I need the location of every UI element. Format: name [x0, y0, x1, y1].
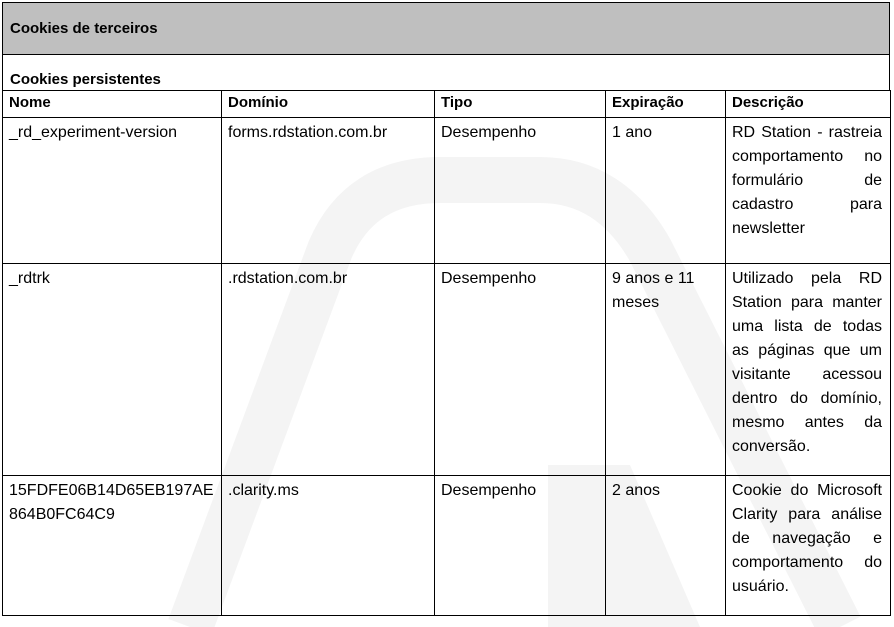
table-row: 15FDFE06B14D65EB197AE864B0FC64C9 .clarit… [2, 474, 891, 616]
cell-dominio: forms.rdstation.com.br [221, 116, 435, 264]
cell-nome: _rd_experiment-version [2, 116, 222, 264]
cell-tipo: Desempenho [434, 474, 606, 616]
cell-dominio: .rdstation.com.br [221, 262, 435, 476]
column-header-dominio: Domínio [221, 89, 435, 118]
column-header-nome: Nome [2, 89, 222, 118]
column-header-descricao: Descrição [725, 89, 891, 118]
section-title: Cookies de terceiros [2, 2, 890, 55]
cell-expiracao: 9 anos e 11 meses [605, 262, 726, 476]
cookies-table: Nome Domínio Tipo Expiração Descrição _r… [2, 89, 891, 616]
column-header-tipo: Tipo [434, 89, 606, 118]
cell-nome: _rdtrk [2, 262, 222, 476]
cell-descricao: RD Station - rastreia comportamento no f… [725, 116, 891, 264]
cell-descricao: Cookie do Microsoft Clarity para análise… [725, 474, 891, 616]
table-header-row: Nome Domínio Tipo Expiração Descrição [2, 89, 891, 118]
cookies-document: Cookies de terceiros Cookies persistente… [2, 2, 891, 616]
cell-expiracao: 1 ano [605, 116, 726, 264]
cell-dominio: .clarity.ms [221, 474, 435, 616]
subsection-title: Cookies persistentes [2, 53, 890, 91]
cell-tipo: Desempenho [434, 262, 606, 476]
cell-tipo: Desempenho [434, 116, 606, 264]
column-header-expiracao: Expiração [605, 89, 726, 118]
table-row: _rd_experiment-version forms.rdstation.c… [2, 116, 891, 264]
cell-expiracao: 2 anos [605, 474, 726, 616]
cell-nome: 15FDFE06B14D65EB197AE864B0FC64C9 [2, 474, 222, 616]
table-row: _rdtrk .rdstation.com.br Desempenho 9 an… [2, 262, 891, 476]
cell-descricao: Utilizado pela RD Station para manter um… [725, 262, 891, 476]
